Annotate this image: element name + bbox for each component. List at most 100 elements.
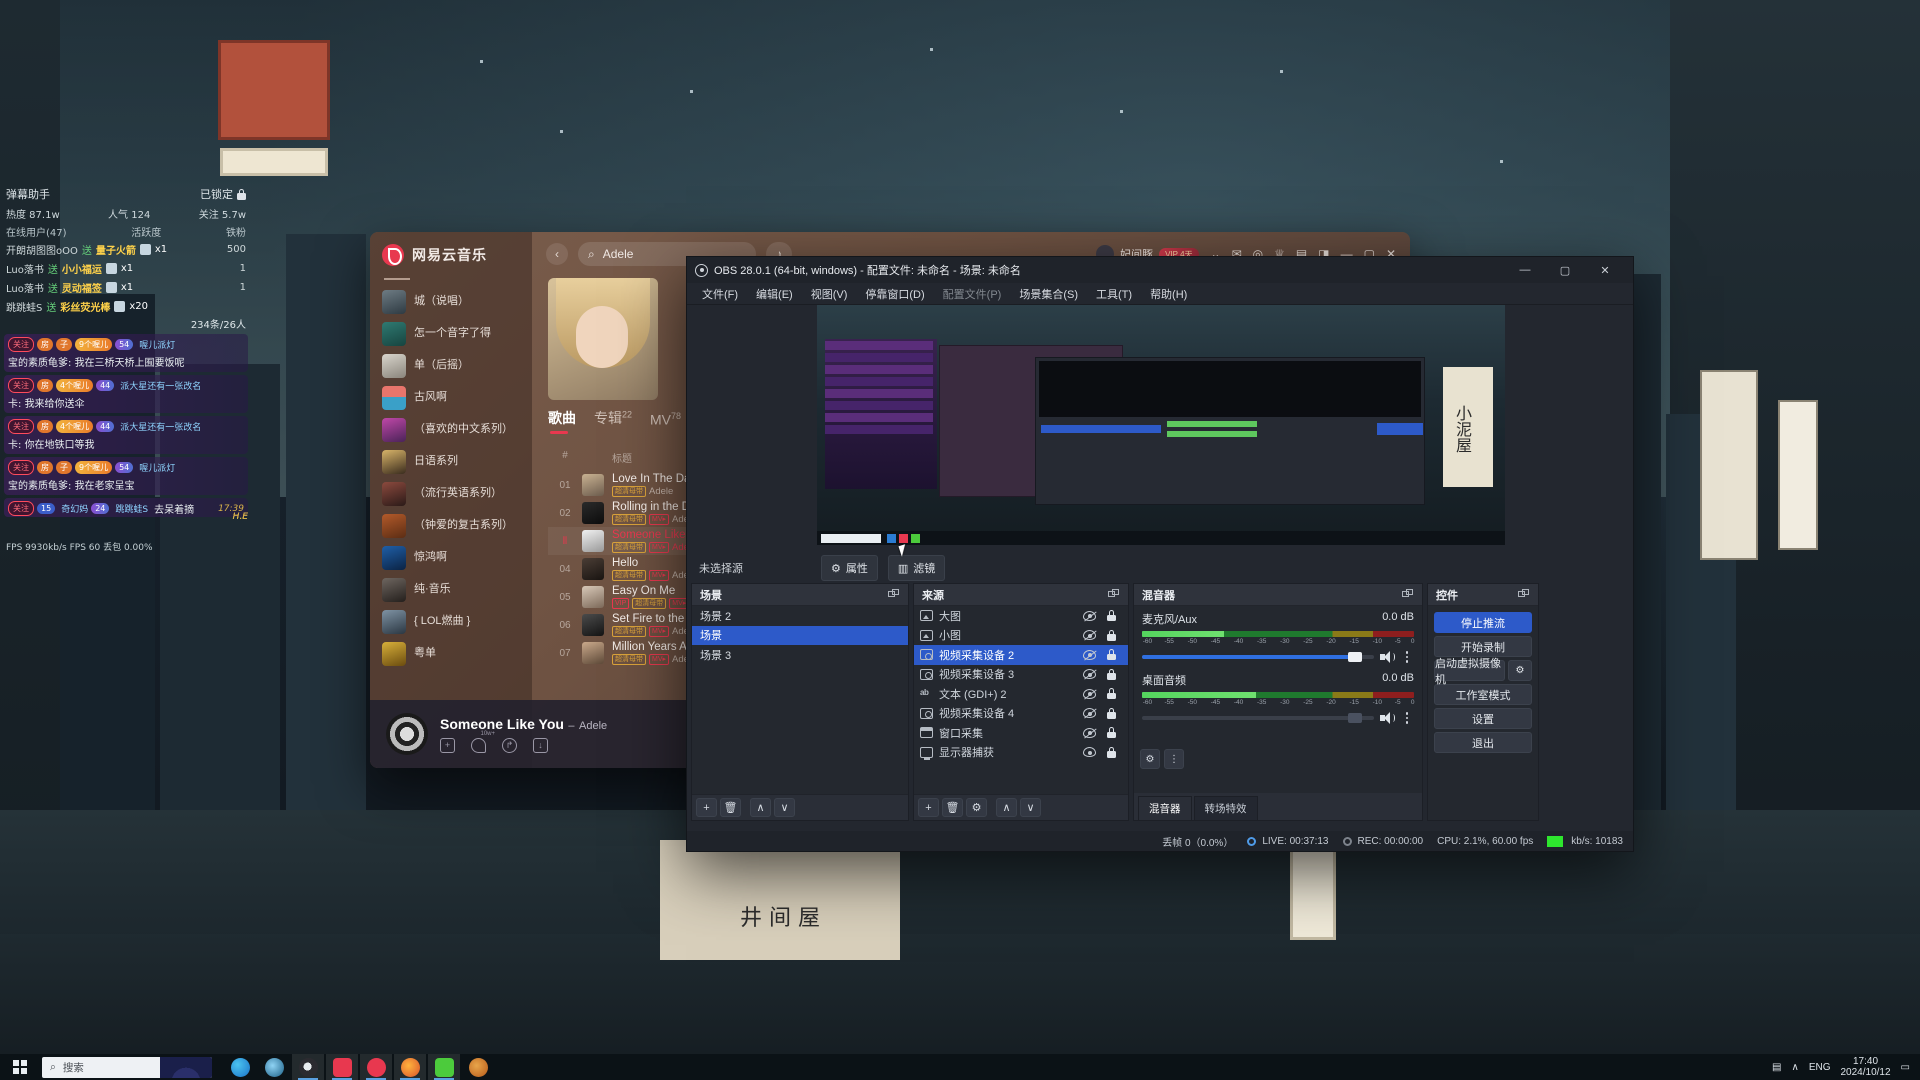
taskbar-app-green[interactable] bbox=[428, 1054, 460, 1080]
properties-button[interactable]: ⚙ 属性 bbox=[821, 555, 878, 581]
menu-profile[interactable]: 配置文件(P) bbox=[934, 283, 1011, 305]
news-icon[interactable]: ▤ bbox=[1772, 1062, 1781, 1073]
lock-icon[interactable] bbox=[1107, 649, 1116, 661]
eye-off-icon[interactable] bbox=[1083, 610, 1096, 621]
lock-icon[interactable] bbox=[1107, 610, 1116, 622]
lock-icon[interactable] bbox=[1107, 707, 1116, 719]
gear-icon[interactable]: ⚙ bbox=[1508, 660, 1532, 681]
playlist-item-5[interactable]: 日语系列 bbox=[370, 446, 532, 478]
exit-button[interactable]: 退出 bbox=[1434, 732, 1532, 753]
playlist-item-4[interactable]: （喜欢的中文系列） bbox=[370, 414, 532, 446]
playlist-item-1[interactable]: 怎一个音字了得 bbox=[370, 318, 532, 350]
playlist-item-7[interactable]: （钟爱的复古系列） bbox=[370, 510, 532, 542]
now-playing-cover[interactable] bbox=[386, 713, 428, 755]
download-icon[interactable]: ↓ bbox=[533, 737, 548, 753]
language-indicator[interactable]: ENG bbox=[1809, 1062, 1831, 1073]
obs-window[interactable]: OBS 28.0.1 (64-bit, windows) - 配置文件: 未命名… bbox=[686, 256, 1634, 852]
scene-item-2[interactable]: 场景 3 bbox=[692, 645, 908, 665]
move-scene-down-button[interactable]: ∨ bbox=[774, 798, 795, 817]
search-input[interactable]: ⌕ 搜索 bbox=[42, 1056, 212, 1078]
tab-mv[interactable]: MV78 bbox=[650, 411, 681, 434]
studio-mode-button[interactable]: 工作室模式 bbox=[1434, 684, 1532, 705]
lock-icon[interactable] bbox=[237, 188, 246, 200]
playlist-item-8[interactable]: 惊鸿啊 bbox=[370, 542, 532, 574]
eye-off-icon[interactable] bbox=[1083, 727, 1096, 738]
chevron-up-icon[interactable]: ∧ bbox=[1791, 1062, 1798, 1073]
source-item-1[interactable]: 小图 bbox=[914, 626, 1128, 646]
obs-titlebar[interactable]: OBS 28.0.1 (64-bit, windows) - 配置文件: 未命名… bbox=[687, 257, 1633, 283]
menu-scene-collection[interactable]: 场景集合(S) bbox=[1010, 283, 1087, 305]
undock-icon[interactable] bbox=[888, 589, 900, 600]
source-item-0[interactable]: 大图 bbox=[914, 606, 1128, 626]
windows-start-icon[interactable] bbox=[0, 1054, 40, 1080]
lock-icon[interactable] bbox=[1107, 688, 1116, 700]
speaker-icon[interactable] bbox=[1380, 651, 1395, 663]
source-properties-button[interactable]: ⚙ bbox=[966, 798, 987, 817]
kebab-menu-icon[interactable] bbox=[1400, 710, 1414, 726]
mixer-volume-slider[interactable] bbox=[1142, 713, 1374, 723]
speaker-icon[interactable] bbox=[1380, 712, 1395, 724]
mixer-menu-button[interactable]: ⋮ bbox=[1164, 749, 1184, 769]
remove-source-button[interactable]: 🗑 bbox=[942, 798, 963, 817]
taskbar-app-netease-music[interactable] bbox=[360, 1054, 392, 1080]
playlist-item-3[interactable]: 古风啊 bbox=[370, 382, 532, 414]
taskbar-app-steam[interactable] bbox=[258, 1054, 290, 1080]
share-icon[interactable]: ↱ bbox=[502, 737, 517, 753]
tab-transitions[interactable]: 转场特效 bbox=[1193, 796, 1258, 820]
tab-mixer[interactable]: 混音器 bbox=[1138, 796, 1192, 820]
obs-window-controls[interactable]: — ▢ ✕ bbox=[1505, 257, 1625, 283]
eye-off-icon[interactable] bbox=[1083, 688, 1096, 699]
undock-icon[interactable] bbox=[1108, 589, 1120, 600]
taskbar-apps[interactable] bbox=[224, 1054, 494, 1080]
tab-songs[interactable]: 歌曲 bbox=[548, 408, 576, 434]
back-button[interactable]: ‹ bbox=[546, 243, 568, 265]
minimize-icon[interactable]: — bbox=[1505, 257, 1545, 283]
add-source-button[interactable]: + bbox=[918, 798, 939, 817]
remove-scene-button[interactable]: 🗑 bbox=[720, 798, 741, 817]
mixer-tabs[interactable]: 混音器 转场特效 bbox=[1134, 793, 1422, 820]
overlay-subtab-activity[interactable]: 活跃度 bbox=[131, 224, 161, 239]
overlay-subtabs[interactable]: 在线用户(47) 活跃度 铁粉 bbox=[0, 223, 252, 240]
start-virtual-camera-button[interactable]: 启动虚拟摄像机 bbox=[1434, 658, 1505, 686]
move-source-down-button[interactable]: ∨ bbox=[1020, 798, 1041, 817]
playlist-item-11[interactable]: 粤单 bbox=[370, 638, 532, 670]
menu-tools[interactable]: 工具(T) bbox=[1087, 283, 1141, 305]
undock-icon[interactable] bbox=[1518, 589, 1530, 600]
scenes-list[interactable]: 场景 2 场景 场景 3 bbox=[692, 606, 908, 794]
playlist-item-9[interactable]: 纯·音乐 bbox=[370, 574, 532, 606]
scene-item-0[interactable]: 场景 2 bbox=[692, 606, 908, 626]
overlay-subtab-online[interactable]: 在线用户(47) bbox=[6, 224, 67, 239]
source-item-4[interactable]: ab 文本 (GDI+) 2 bbox=[914, 684, 1128, 704]
notification-icon[interactable]: ▭ bbox=[1901, 1062, 1910, 1073]
source-item-7[interactable]: 显示器捕获 bbox=[914, 743, 1128, 763]
menu-docks[interactable]: 停靠窗口(D) bbox=[856, 283, 933, 305]
maximize-icon[interactable]: ▢ bbox=[1545, 257, 1585, 283]
mixer-volume-slider[interactable] bbox=[1142, 652, 1374, 662]
scene-item-1[interactable]: 场景 bbox=[692, 625, 908, 645]
menu-edit[interactable]: 编辑(E) bbox=[747, 283, 802, 305]
taskbar-app-bilibili[interactable] bbox=[326, 1054, 358, 1080]
playlist-item-2[interactable]: 单（后摇） bbox=[370, 350, 532, 382]
stop-stream-button[interactable]: 停止推流 bbox=[1434, 612, 1532, 633]
playlist-item-6[interactable]: （流行英语系列） bbox=[370, 478, 532, 510]
playlist-item-0[interactable]: 城（说唱） bbox=[370, 286, 532, 318]
source-item-2[interactable]: 视频采集设备 2 bbox=[914, 645, 1128, 665]
obs-preview-canvas[interactable]: 小泥屋 bbox=[817, 305, 1505, 545]
tab-albums[interactable]: 专辑22 bbox=[594, 408, 632, 434]
lock-icon[interactable] bbox=[1107, 746, 1116, 758]
clock[interactable]: 17:40 2024/10/12 bbox=[1840, 1056, 1890, 1078]
playlist-item-10[interactable]: { LOL燃曲 } bbox=[370, 606, 532, 638]
eye-off-icon[interactable] bbox=[1083, 649, 1096, 660]
add-scene-button[interactable]: + bbox=[696, 798, 717, 817]
eye-icon[interactable] bbox=[1083, 747, 1096, 758]
eye-off-icon[interactable] bbox=[1083, 708, 1096, 719]
taskbar-tray[interactable]: ▤ ∧ ENG 17:40 2024/10/12 ▭ bbox=[1772, 1056, 1920, 1078]
undock-icon[interactable] bbox=[1402, 589, 1414, 600]
eye-off-icon[interactable] bbox=[1083, 630, 1096, 641]
overlay-subtab-fans[interactable]: 铁粉 bbox=[226, 224, 246, 239]
eye-off-icon[interactable] bbox=[1083, 669, 1096, 680]
taskbar-app-obs[interactable] bbox=[292, 1054, 324, 1080]
menu-file[interactable]: 文件(F) bbox=[693, 283, 747, 305]
filters-button[interactable]: ▥ 滤镜 bbox=[887, 555, 946, 581]
settings-button[interactable]: 设置 bbox=[1434, 708, 1532, 729]
